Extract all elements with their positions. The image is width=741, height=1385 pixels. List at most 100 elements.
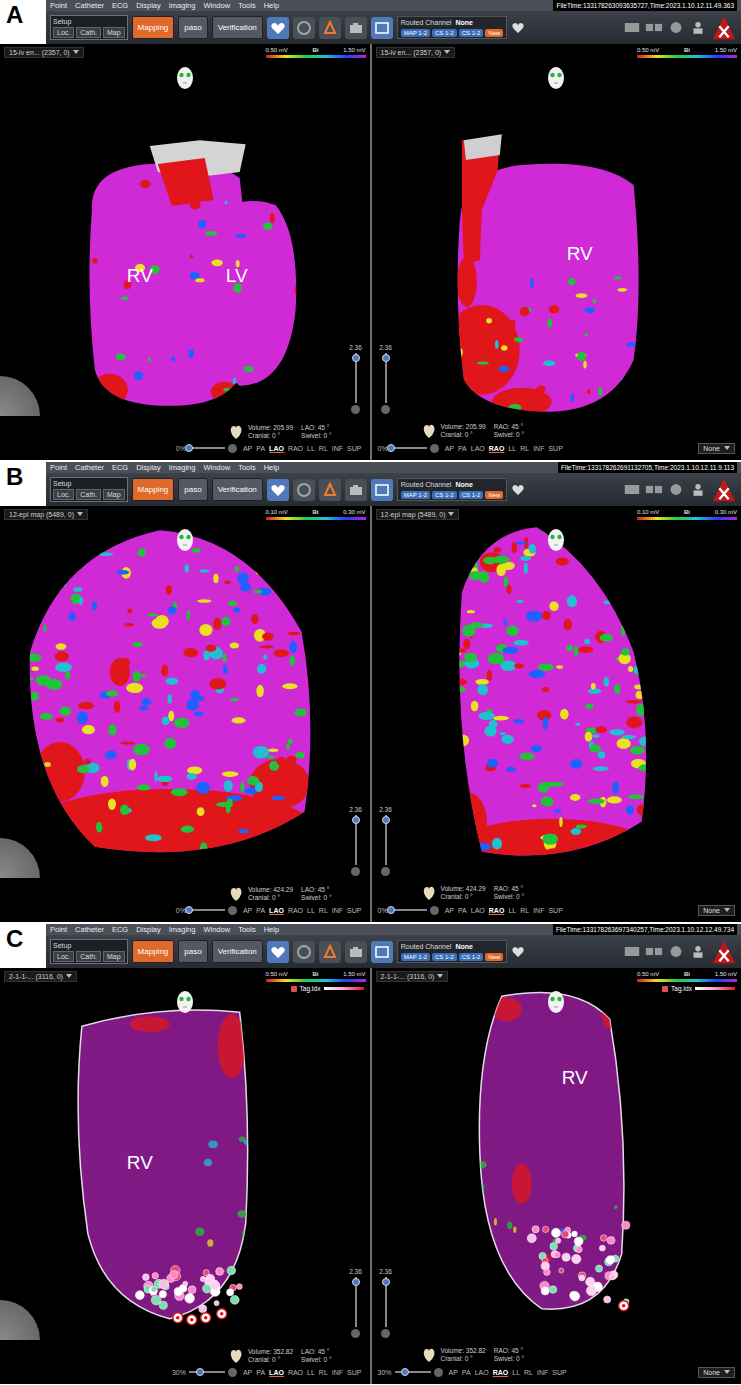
scale-bar[interactable] [637,517,737,520]
opacity-button[interactable] [228,1368,237,1377]
opacity-button[interactable] [430,906,439,915]
channel-button[interactable]: MAP 1-2 [401,491,430,499]
menu-item[interactable]: Point [50,925,67,934]
ablation-tag[interactable] [549,1243,557,1251]
ablation-tag[interactable] [595,1265,602,1272]
mode-button[interactable]: paso [178,940,207,963]
ablation-tag[interactable] [551,1228,560,1237]
ablation-tag[interactable] [574,1237,583,1246]
menu-item[interactable]: Tools [238,1,256,10]
zoom-slider[interactable]: 2.36 [346,344,366,414]
view-button[interactable]: AP [445,445,454,452]
user-icon[interactable] [689,944,707,959]
ablation-ring[interactable] [173,1313,183,1323]
ablation-tag[interactable] [599,1245,605,1251]
opacity-knob[interactable] [387,444,395,452]
view-button[interactable]: SUP [347,907,361,914]
heart-map[interactable] [372,522,741,878]
view-selector[interactable]: None [698,443,735,454]
ablation-tag[interactable] [200,1276,206,1282]
view-button[interactable]: AP [449,1369,458,1376]
menu-item[interactable]: Imaging [169,925,196,934]
compass-icon[interactable] [0,376,40,416]
zoom-track[interactable] [355,815,357,865]
zoom-knob[interactable] [382,1278,390,1286]
view-button[interactable]: LL [508,445,516,452]
setup-title[interactable]: Setup [53,17,125,26]
view-button[interactable]: RAO [288,1369,303,1376]
menu-item[interactable]: Help [264,1,279,10]
channel-button[interactable]: CS 1-2 [459,491,484,499]
scale-bar[interactable] [637,979,737,982]
view-button[interactable]: RL [520,445,529,452]
menu-item[interactable]: Point [50,1,67,10]
ablation-tag[interactable] [609,1274,615,1280]
ablation-tag[interactable] [578,1275,584,1281]
map-canvas[interactable]: RV2.36 [372,60,741,416]
mode-button[interactable]: Verification [212,478,263,501]
ablation-tag[interactable] [531,1226,538,1233]
snapshot-icon[interactable] [371,941,393,963]
ablation-tag[interactable] [151,1286,157,1292]
ablation-tag[interactable] [135,1291,144,1300]
ablation-tag[interactable] [142,1274,149,1281]
ablation-tag[interactable] [543,1269,550,1276]
ablation-tag[interactable] [210,1280,220,1290]
heart-icon[interactable] [511,945,525,959]
compass-icon[interactable] [0,838,40,878]
ablation-tag[interactable] [227,1289,234,1296]
view-button[interactable]: RL [524,1369,533,1376]
ablation-tag[interactable] [606,1256,614,1264]
channel-button[interactable]: CS 1-2 [432,491,457,499]
menu-item[interactable]: Help [264,925,279,934]
record-icon[interactable] [667,20,685,35]
heart-map[interactable]: RV [372,60,741,416]
opacity-slider[interactable]: 0% [378,906,439,915]
view-button[interactable]: LAO [471,445,485,452]
menu-item[interactable]: Tools [238,925,256,934]
menu-item[interactable]: Display [136,463,161,472]
heart-icon[interactable] [511,21,525,35]
shape-icon[interactable] [319,17,341,39]
opacity-slider[interactable]: 0% [176,906,237,915]
zoom-slider[interactable]: 2.36 [376,806,396,876]
camera-icon[interactable] [345,479,367,501]
ablation-tag[interactable] [562,1253,570,1261]
heart-map[interactable]: RV [0,984,370,1340]
setup-tab[interactable]: Cath. [76,27,101,38]
menu-item[interactable]: Display [136,1,161,10]
heart-view-icon[interactable] [267,941,289,963]
ablation-ring[interactable] [217,1309,227,1319]
view-button[interactable]: LAO [471,907,485,914]
heart-icon[interactable] [511,483,525,497]
view-button[interactable]: RL [319,445,328,452]
menu-item[interactable]: ECG [112,463,128,472]
view-button[interactable]: SUP [552,1369,566,1376]
opacity-track[interactable] [189,909,225,911]
channel-button[interactable]: CS 1-2 [459,953,484,961]
mode-button[interactable]: Verification [212,16,263,39]
zoom-knob[interactable] [382,354,390,362]
ablation-tag[interactable] [152,1273,158,1279]
monitor-icon[interactable] [623,482,641,497]
map-canvas[interactable]: RVTag.Idx2.36 [0,984,370,1340]
view-button[interactable]: RL [319,907,328,914]
mode-button[interactable]: Mapping [132,16,175,39]
opacity-button[interactable] [434,1368,443,1377]
ablation-tag[interactable] [159,1279,169,1289]
opacity-track[interactable] [391,909,427,911]
zoom-slider[interactable]: 2.36 [346,806,366,876]
scale-bar[interactable] [266,55,366,58]
ablation-tag[interactable] [555,1238,560,1243]
view-button[interactable]: LAO [269,1369,284,1376]
ablation-tag[interactable] [575,1246,581,1252]
ablation-ring[interactable] [618,1301,628,1311]
view-button[interactable]: RAO [288,907,303,914]
shape-icon[interactable] [319,479,341,501]
ablation-tag[interactable] [600,1235,606,1241]
opacity-button[interactable] [228,444,237,453]
zoom-button[interactable] [351,867,360,876]
zoom-knob[interactable] [352,816,360,824]
view-button[interactable]: INF [533,445,544,452]
menu-item[interactable]: Point [50,463,67,472]
